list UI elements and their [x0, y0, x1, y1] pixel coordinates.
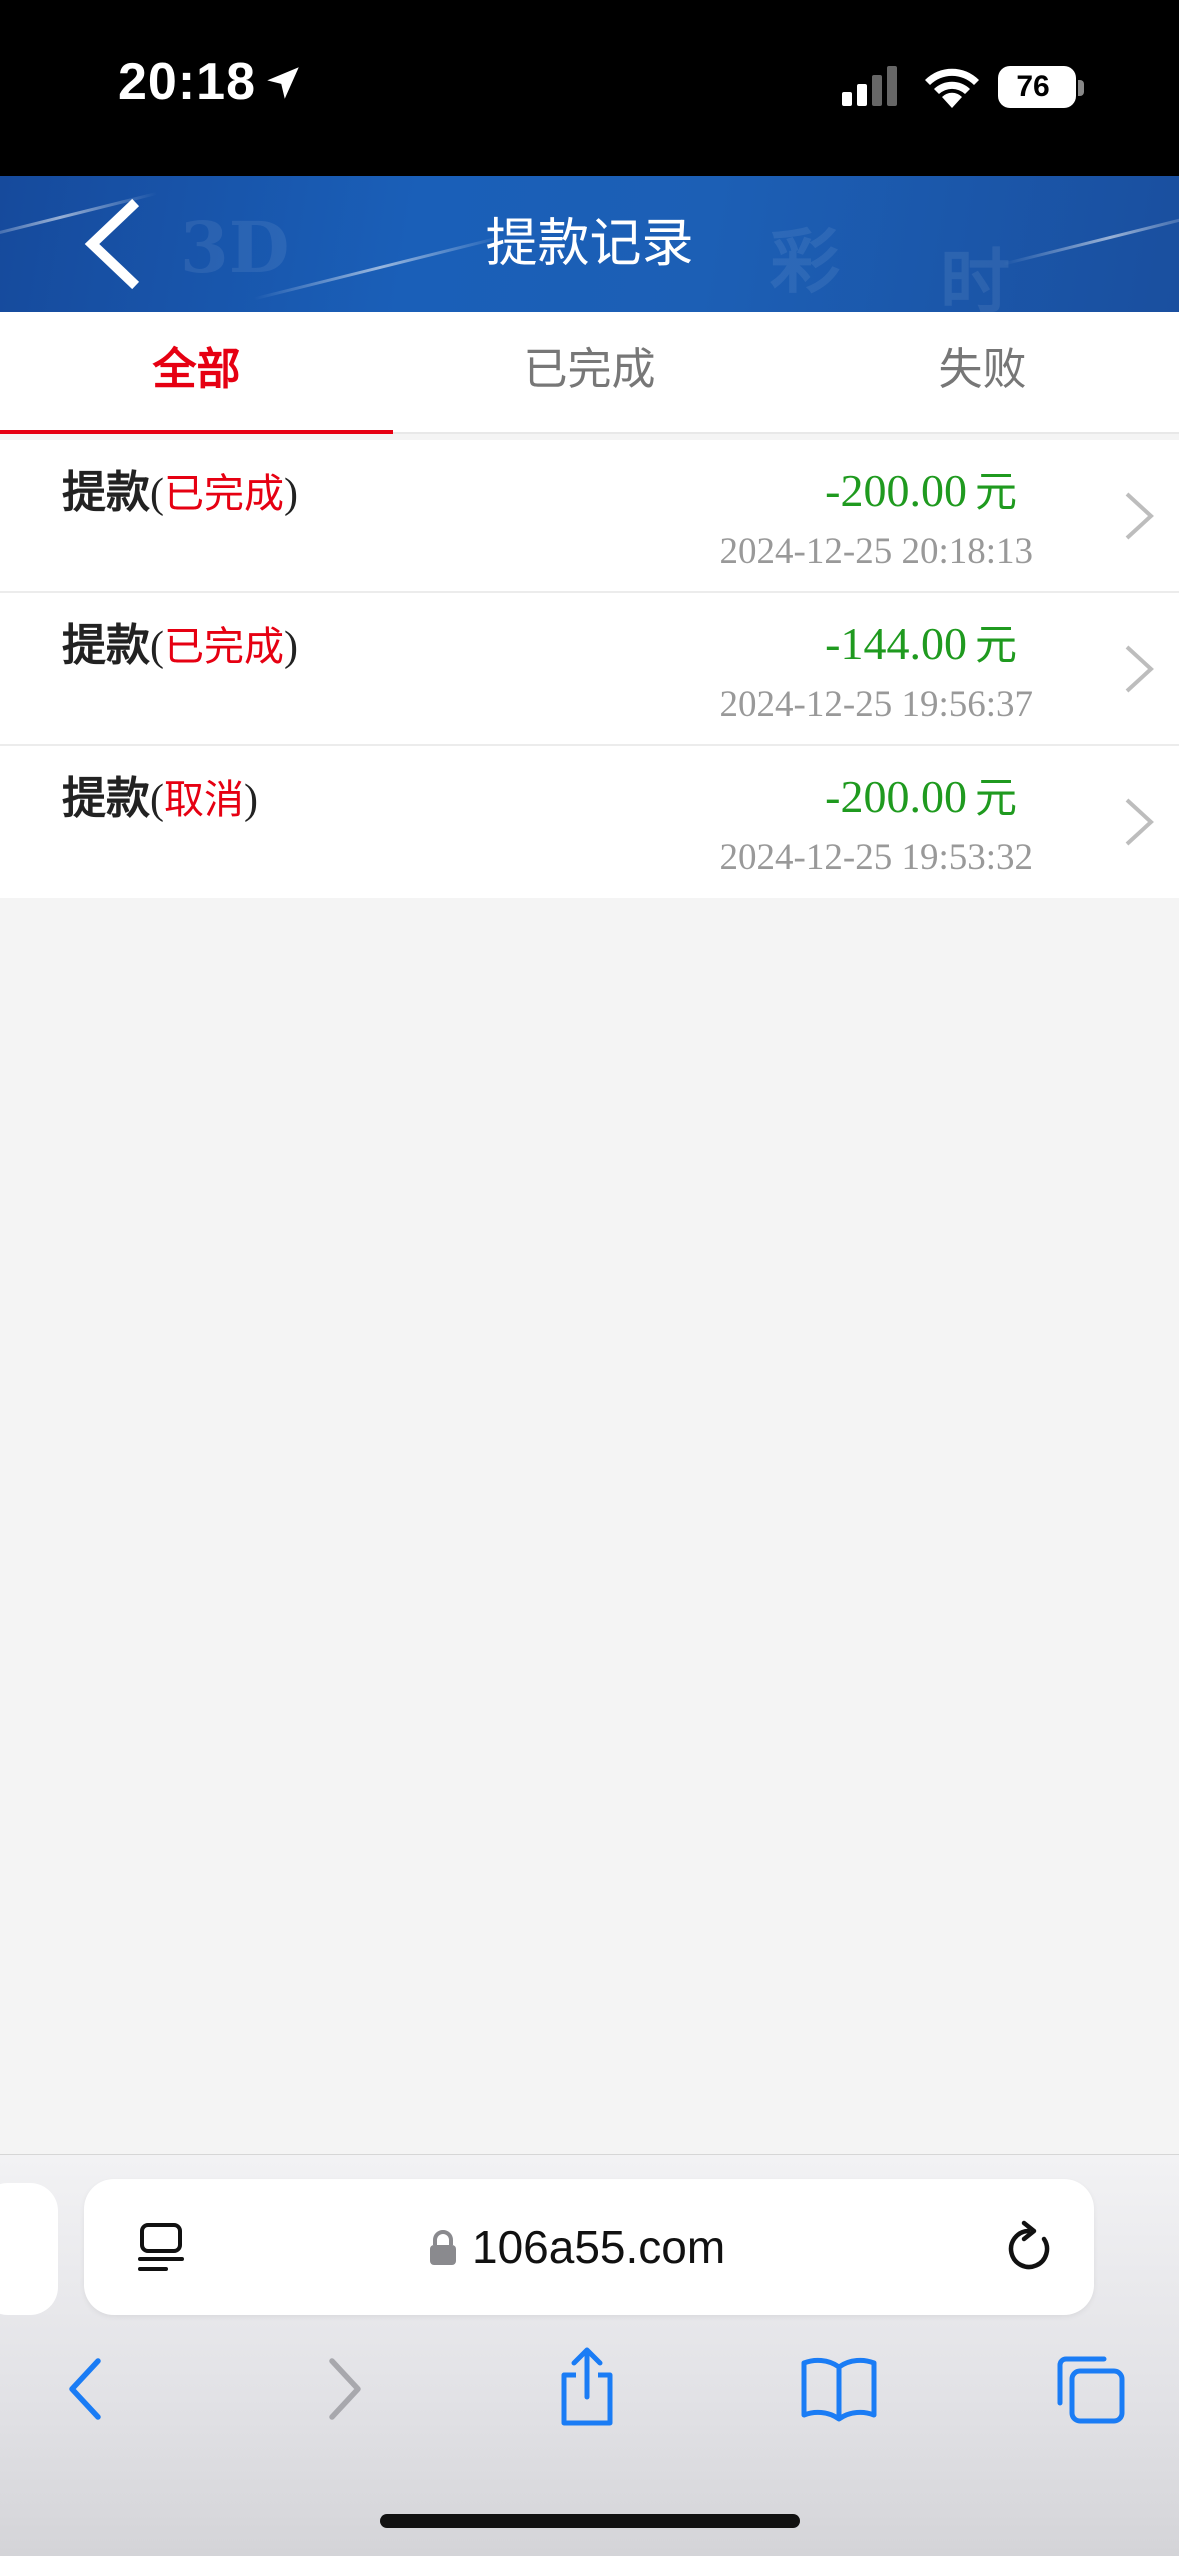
record-title: 提款(已完成) — [62, 609, 298, 673]
paren-open: ( — [150, 777, 164, 823]
wifi-icon — [925, 68, 979, 108]
list-item[interactable]: 提款(已完成) -200.00 元 2024-12-25 20:18:13 — [0, 440, 1179, 593]
paren-close: ) — [284, 471, 298, 517]
withdrawal-list: 提款(已完成) -200.00 元 2024-12-25 20:18:13 提款(… — [0, 440, 1179, 898]
amount-value: -200.00 — [825, 465, 967, 516]
chevron-right-icon — [1125, 798, 1154, 846]
bookmarks-icon[interactable] — [800, 2353, 878, 2423]
forward-icon[interactable] — [312, 2351, 372, 2427]
browser-toolbar: 106a55.com — [0, 2154, 1179, 2556]
tabs-icon[interactable] — [1052, 2351, 1128, 2427]
amount-value: -144.00 — [825, 618, 967, 669]
page-title: 提款记录 — [485, 214, 694, 274]
record-time: 2024-12-25 19:56:37 — [719, 684, 1033, 725]
status-bar: 20:18 76 — [0, 0, 1179, 176]
tab-completed[interactable]: 已完成 — [393, 312, 786, 432]
list-item[interactable]: 提款(取消) -200.00 元 2024-12-25 19:53:32 — [0, 746, 1179, 898]
lock-icon — [430, 2230, 456, 2265]
record-kind: 提款 — [62, 773, 150, 824]
record-kind: 提款 — [62, 620, 150, 671]
page-header: 3D 彩 时 提款记录 — [0, 176, 1179, 312]
url-text[interactable]: 106a55.com — [472, 2179, 725, 2315]
reload-icon[interactable] — [1002, 2217, 1058, 2277]
paren-open: ( — [150, 471, 164, 517]
record-amount: -200.00 元 — [825, 458, 1017, 519]
reader-mode-icon[interactable] — [136, 2221, 190, 2275]
record-amount: -200.00 元 — [825, 764, 1017, 825]
paren-close: ) — [284, 624, 298, 670]
tab-all[interactable]: 全部 — [0, 312, 393, 434]
record-time: 2024-12-25 19:53:32 — [719, 837, 1033, 878]
previous-tab-preview[interactable] — [0, 2183, 58, 2315]
list-item[interactable]: 提款(已完成) -144.00 元 2024-12-25 19:56:37 — [0, 593, 1179, 746]
chevron-right-icon — [1125, 645, 1154, 693]
record-status: 取消 — [164, 777, 244, 823]
chevron-right-icon — [1125, 492, 1154, 540]
battery-icon: 76 — [998, 66, 1076, 108]
home-indicator — [380, 2514, 800, 2528]
amount-unit: 元 — [974, 773, 1017, 822]
amount-unit: 元 — [974, 620, 1017, 669]
record-title: 提款(已完成) — [62, 456, 298, 520]
status-time: 20:18 — [118, 53, 256, 111]
location-arrow-icon — [267, 67, 299, 99]
record-kind: 提款 — [62, 467, 150, 518]
record-amount: -144.00 元 — [825, 611, 1017, 672]
filter-tabs: 全部 已完成 失败 — [0, 312, 1179, 434]
record-status: 已完成 — [164, 471, 284, 517]
record-title: 提款(取消) — [62, 762, 258, 826]
record-time: 2024-12-25 20:18:13 — [719, 531, 1033, 572]
amount-unit: 元 — [974, 467, 1017, 516]
address-bar[interactable]: 106a55.com — [84, 2179, 1094, 2315]
battery-cap — [1078, 80, 1084, 96]
cellular-signal-icon — [842, 66, 897, 106]
back-icon[interactable] — [58, 2351, 118, 2427]
record-status: 已完成 — [164, 624, 284, 670]
amount-value: -200.00 — [825, 771, 967, 822]
paren-close: ) — [244, 777, 258, 823]
battery-level: 76 — [1016, 70, 1050, 103]
paren-open: ( — [150, 624, 164, 670]
share-icon[interactable] — [552, 2345, 622, 2429]
tab-failed[interactable]: 失败 — [786, 312, 1179, 432]
